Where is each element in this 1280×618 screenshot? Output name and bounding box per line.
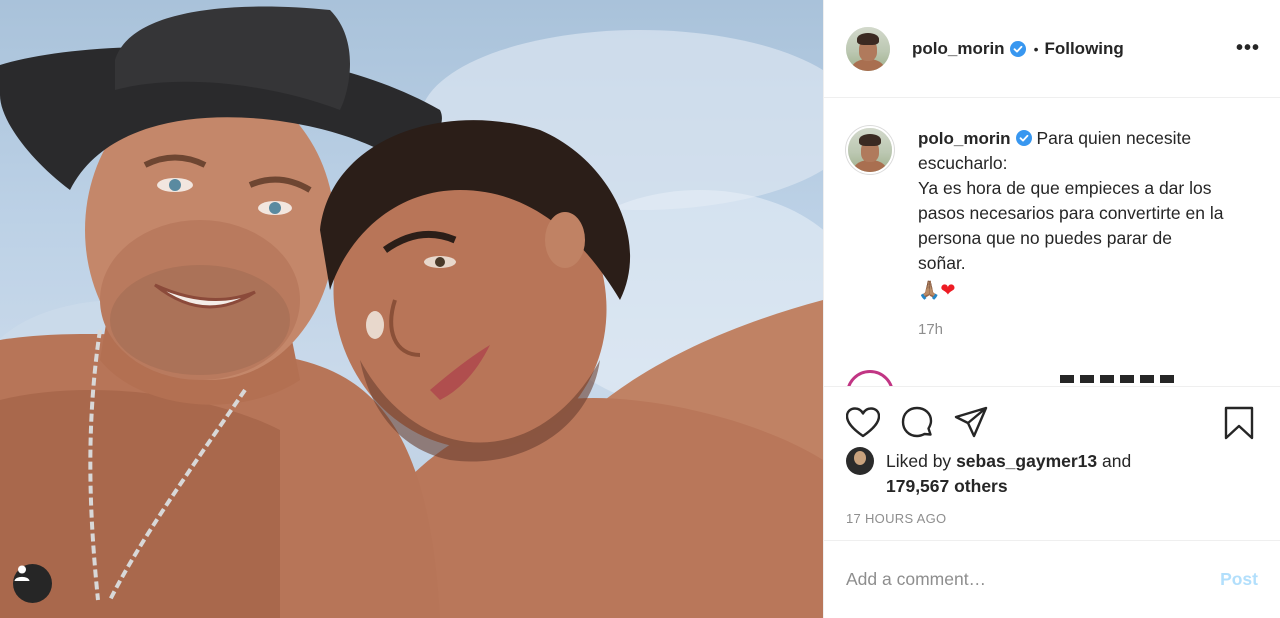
comment-icon[interactable] — [900, 406, 934, 440]
author-username[interactable]: polo_morin — [912, 39, 1005, 59]
bookmark-icon[interactable] — [1224, 406, 1258, 440]
likes-others-link[interactable]: 179,567 others — [886, 476, 1008, 496]
verified-badge-icon — [1015, 130, 1032, 146]
post-side-panel: polo_morin • Following ••• polo_morin Pa… — [823, 0, 1280, 618]
post-comment-button[interactable]: Post — [1220, 569, 1258, 590]
caption-line: escucharlo: — [918, 153, 1008, 173]
more-options-icon[interactable]: ••• — [1236, 37, 1260, 60]
red-heart-emoji: ❤ — [940, 280, 956, 300]
post-footer: Liked by sebas_gaymer13 and 179,567 othe… — [824, 386, 1280, 540]
caption-line: pasos necesarios para convertirte en la — [918, 203, 1224, 223]
add-comment-bar: Post — [824, 540, 1280, 618]
comments-section: polo_morin Para quien necesite escucharl… — [824, 98, 1280, 386]
author-avatar[interactable] — [846, 26, 890, 71]
post-photo[interactable] — [0, 0, 823, 618]
share-icon[interactable] — [954, 406, 988, 440]
instagram-post-modal: polo_morin • Following ••• polo_morin Pa… — [0, 0, 1280, 618]
user-tag-icon[interactable] — [13, 564, 52, 603]
post-header: polo_morin • Following ••• — [824, 0, 1280, 98]
caption-line: Ya es hora de que empieces a dar los — [918, 178, 1212, 198]
action-bar — [846, 387, 1258, 459]
caption-emojis: 🙏🏽❤ — [918, 278, 1258, 303]
next-comment-text-clipped — [1060, 375, 1180, 383]
caption-line: persona que no puedes parar de — [918, 228, 1172, 248]
caption-username[interactable]: polo_morin — [918, 129, 1011, 148]
header-separator: • — [1033, 40, 1039, 57]
caption: polo_morin Para quien necesite escucharl… — [846, 126, 1258, 342]
verified-badge-icon — [1009, 40, 1026, 57]
liker-avatar[interactable] — [846, 447, 874, 475]
caption-body: polo_morin Para quien necesite escucharl… — [918, 126, 1258, 342]
next-comment-avatar[interactable] — [846, 370, 894, 386]
following-button[interactable]: Following — [1044, 39, 1123, 59]
caption-time: 17h — [918, 321, 944, 338]
comment-input[interactable] — [846, 569, 1221, 590]
photo-illustration — [0, 6, 823, 618]
praying-hands-emoji: 🙏🏽 — [918, 280, 941, 300]
caption-line: Para quien necesite — [1036, 128, 1192, 148]
heart-icon[interactable] — [846, 406, 880, 440]
caption-author-avatar[interactable] — [846, 126, 894, 174]
post-timestamp[interactable]: 17 HOURS AGO — [846, 511, 1258, 526]
caption-line: soñar. — [918, 253, 966, 273]
